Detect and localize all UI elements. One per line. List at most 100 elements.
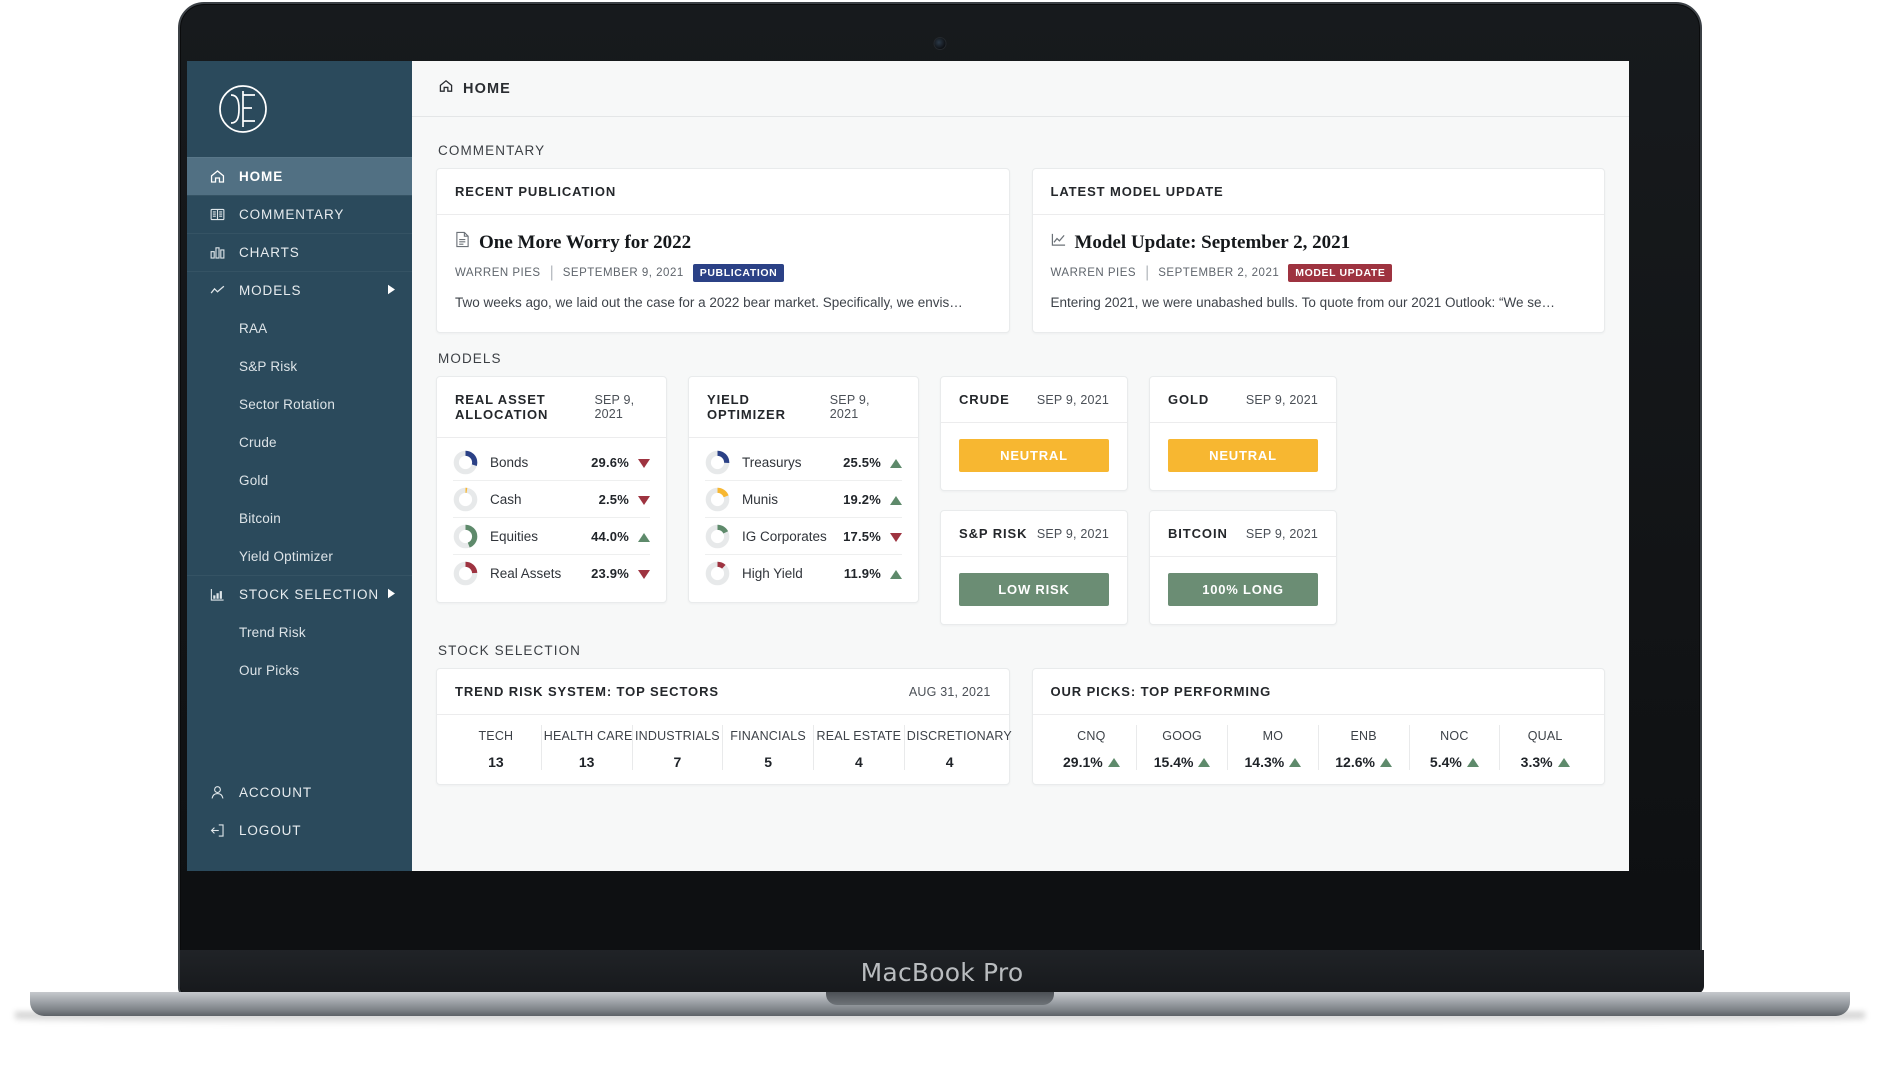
donut-chart-icon bbox=[453, 487, 478, 512]
latest-model-update-card[interactable]: LATEST MODEL UPDATE Model Update: Septem… bbox=[1031, 168, 1605, 334]
allocation-row: Treasurys 25.5% bbox=[705, 444, 902, 482]
stock-cell-label: NOC bbox=[1440, 729, 1469, 744]
donut-chart-icon bbox=[453, 561, 478, 586]
trend-risk-card[interactable]: TREND RISK SYSTEM: TOP SECTORS AUG 31, 2… bbox=[436, 668, 1012, 786]
our-picks-card[interactable]: OUR PICKS: TOP PERFORMING CNQ 29.1% GOOG 15… bbox=[1031, 668, 1605, 786]
sidebar-item-charts[interactable]: CHARTS bbox=[187, 233, 412, 271]
model-update-title[interactable]: Model Update: September 2, 2021 bbox=[1051, 231, 1587, 254]
publication-meta: WARREN PIES | SEPTEMBER 9, 2021 PUBLICAT… bbox=[455, 264, 991, 282]
allocation-value: 44.0% bbox=[591, 529, 650, 544]
card-header: S&P RISK SEP 9, 2021 bbox=[941, 511, 1127, 558]
recent-publication-card[interactable]: RECENT PUBLICATION One More Worry for 20… bbox=[436, 168, 1010, 334]
allocation-row: High Yield 11.9% bbox=[705, 555, 902, 592]
section-heading-models: MODELS bbox=[438, 351, 502, 367]
allocation-list: Treasurys 25.5% Munis 19.2% IG Corporates 17.… bbox=[689, 438, 918, 602]
allocation-value: 29.6% bbox=[591, 455, 650, 470]
chevron-right-icon bbox=[387, 282, 396, 300]
stock-cell: TECH 13 bbox=[451, 725, 542, 771]
model-update-excerpt: Entering 2021, we were unabashed bulls. … bbox=[1050, 295, 1556, 310]
sidebar-sublabel-bitcoin: Bitcoin bbox=[239, 510, 281, 526]
allocation-value: 11.9% bbox=[844, 566, 902, 581]
sidebar-label-logout: LOGOUT bbox=[239, 822, 302, 838]
real-asset-allocation-card[interactable]: REAL ASSET ALLOCATION SEP 9, 2021 Bonds 2… bbox=[436, 376, 667, 604]
gold-status-card[interactable]: GOLD SEP 9, 2021 NEUTRAL bbox=[1149, 376, 1337, 492]
stock-cell-label: TECH bbox=[478, 729, 514, 744]
sidebar-subitem-sector-rotation[interactable]: Sector Rotation bbox=[187, 385, 412, 423]
laptop-lid: HOME COMMENTARY CHARTS MODELS RAA S&P Ri… bbox=[178, 2, 1704, 996]
trend-up-icon bbox=[890, 458, 902, 468]
card-header: CRUDE SEP 9, 2021 bbox=[941, 377, 1127, 424]
sidebar-subitem-yield-optimizer[interactable]: Yield Optimizer bbox=[187, 537, 412, 575]
logout-icon bbox=[209, 822, 226, 839]
laptop-screen: HOME COMMENTARY CHARTS MODELS RAA S&P Ri… bbox=[187, 61, 1629, 871]
sidebar-label-home: HOME bbox=[239, 169, 284, 184]
bitcoin-status-card[interactable]: BITCOIN SEP 9, 2021 100% LONG bbox=[1149, 510, 1337, 626]
card-body: NEUTRAL bbox=[1150, 423, 1336, 490]
allocation-row: Cash 2.5% bbox=[453, 481, 650, 519]
card-header: GOLD SEP 9, 2021 bbox=[1150, 377, 1336, 424]
trend-down-icon bbox=[638, 495, 650, 505]
trend-up-icon bbox=[638, 532, 650, 542]
sidebar-subitem-gold[interactable]: Gold bbox=[187, 461, 412, 499]
trend-down-icon bbox=[890, 532, 902, 542]
card-title: YIELD OPTIMIZER bbox=[707, 392, 786, 423]
brand-logo[interactable] bbox=[187, 61, 412, 157]
af-monogram-icon bbox=[219, 85, 267, 133]
page-title: HOME bbox=[463, 80, 511, 97]
page-content: COMMENTARY RECENT PUBLICATION One More W… bbox=[412, 117, 1629, 871]
allocation-value: 2.5% bbox=[599, 492, 650, 507]
allocation-label: Real Assets bbox=[490, 566, 562, 582]
sidebar-sublabel-yield-optimizer: Yield Optimizer bbox=[239, 548, 334, 564]
card-header: RECENT PUBLICATION bbox=[437, 169, 1009, 215]
sidebar-subitem-sp-risk[interactable]: S&P Risk bbox=[187, 347, 412, 385]
trend-up-icon bbox=[1198, 757, 1211, 767]
card-body: 100% LONG bbox=[1150, 557, 1336, 624]
sidebar-subitem-trend-risk[interactable]: Trend Risk bbox=[187, 613, 412, 651]
sidebar-sublabel-raa: RAA bbox=[239, 320, 268, 336]
card-header: BITCOIN SEP 9, 2021 bbox=[1150, 511, 1336, 558]
sidebar-label-stock-selection: STOCK SELECTION bbox=[239, 587, 380, 602]
trend-up-icon bbox=[1379, 757, 1392, 767]
card-title: RECENT PUBLICATION bbox=[455, 184, 617, 199]
stock-cell-label: MO bbox=[1262, 729, 1284, 744]
chart-bars-icon bbox=[209, 586, 226, 603]
stock-cell-value: 12.6% bbox=[1321, 754, 1407, 770]
allocation-label: IG Corporates bbox=[742, 528, 827, 544]
model-update-title-text: Model Update: September 2, 2021 bbox=[1074, 231, 1351, 253]
stock-selection-row: TREND RISK SYSTEM: TOP SECTORS AUG 31, 2… bbox=[436, 668, 1605, 786]
stock-cell-value: 29.1% bbox=[1049, 754, 1135, 770]
trend-down-icon bbox=[638, 458, 650, 468]
chevron-right-icon bbox=[387, 586, 396, 604]
screenshot-stage: HOME COMMENTARY CHARTS MODELS RAA S&P Ri… bbox=[0, 0, 1882, 1084]
sidebar-subitem-raa[interactable]: RAA bbox=[187, 309, 412, 347]
sidebar-item-models[interactable]: MODELS bbox=[187, 271, 412, 309]
webcam-icon bbox=[934, 38, 946, 49]
publication-title[interactable]: One More Worry for 2022 bbox=[455, 231, 991, 254]
crude-status-card[interactable]: CRUDE SEP 9, 2021 NEUTRAL bbox=[940, 376, 1128, 492]
models-row: REAL ASSET ALLOCATION SEP 9, 2021 Bonds 2… bbox=[436, 376, 1605, 626]
donut-chart-icon bbox=[453, 450, 478, 475]
sidebar-item-logout[interactable]: LOGOUT bbox=[187, 811, 412, 849]
yield-optimizer-card[interactable]: YIELD OPTIMIZER SEP 9, 2021 Treasurys 25.… bbox=[688, 376, 919, 604]
line-chart-icon bbox=[1051, 231, 1066, 254]
sp-risk-status-card[interactable]: S&P RISK SEP 9, 2021 LOW RISK bbox=[940, 510, 1128, 626]
sidebar-item-stock-selection[interactable]: STOCK SELECTION bbox=[187, 575, 412, 613]
author-name: WARREN PIES bbox=[1050, 267, 1137, 279]
sidebar-item-account[interactable]: ACCOUNT bbox=[187, 773, 412, 811]
allocation-label: Equities bbox=[490, 528, 539, 544]
meta-separator: | bbox=[1145, 264, 1150, 281]
allocation-label: Bonds bbox=[490, 454, 529, 470]
status-column-left: CRUDE SEP 9, 2021 NEUTRAL S&P RISK SEP 9… bbox=[940, 376, 1128, 626]
allocation-row: Real Assets 23.9% bbox=[453, 555, 650, 592]
card-date: AUG 31, 2021 bbox=[908, 684, 991, 699]
sidebar: HOME COMMENTARY CHARTS MODELS RAA S&P Ri… bbox=[187, 61, 412, 871]
user-icon bbox=[209, 784, 226, 801]
sidebar-item-home[interactable]: HOME bbox=[187, 157, 412, 195]
card-header: TREND RISK SYSTEM: TOP SECTORS AUG 31, 2… bbox=[437, 669, 1009, 716]
sidebar-subitem-crude[interactable]: Crude bbox=[187, 423, 412, 461]
sidebar-item-commentary[interactable]: COMMENTARY bbox=[187, 195, 412, 233]
trend-risk-grid: TECH 13 HEALTH CARE 13 INDUSTRIALS 7 FINANCIAL… bbox=[437, 715, 1012, 784]
stock-cell-value: 5 bbox=[764, 754, 773, 771]
sidebar-subitem-bitcoin[interactable]: Bitcoin bbox=[187, 499, 412, 537]
sidebar-subitem-our-picks[interactable]: Our Picks bbox=[187, 651, 412, 689]
